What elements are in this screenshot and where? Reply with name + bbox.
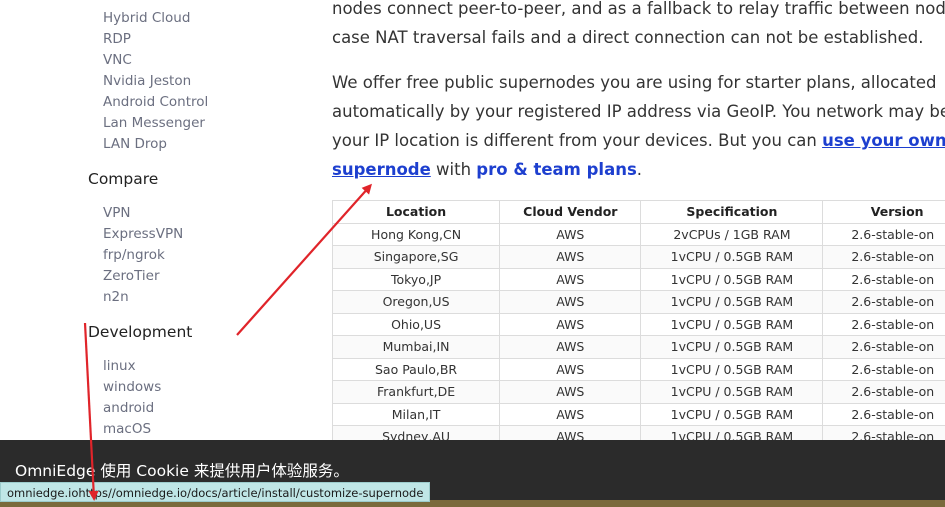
cell-location: Milan,IT (332, 402, 501, 426)
sidebar-link-macos[interactable]: macOS (103, 421, 151, 437)
cell-specification: 1vCPU / 0.5GB RAM (640, 245, 824, 269)
sidebar-heading-compare: Compare (88, 170, 159, 188)
cell-location: Singapore,SG (332, 245, 501, 269)
intro-paragraph: nodes connect peer-to-peer, and as a fal… (332, 0, 945, 52)
cell-version: 2.6-stable-on (822, 312, 945, 336)
sidebar-link-zerotier[interactable]: ZeroTier (103, 268, 160, 284)
cell-version: 2.6-stable-on (822, 267, 945, 291)
table-row: Mumbai,IN AWS 1vCPU / 0.5GB RAM 2.6-stable-… (332, 335, 945, 359)
cell-specification: 1vCPU / 0.5GB RAM (640, 267, 824, 291)
pro-team-plans-link[interactable]: pro & team plans (476, 160, 636, 179)
cell-version: 2.6-stable-on (822, 335, 945, 359)
cell-specification: 1vCPU / 0.5GB RAM (640, 290, 824, 314)
sidebar-link-windows[interactable]: windows (103, 379, 161, 395)
cell-location: Sao Paulo,BR (332, 357, 501, 381)
cell-location: Hong Kong,CN (332, 222, 501, 246)
cell-version: 2.6-stable-on (822, 357, 945, 381)
table-row: Sydney,AU AWS 1vCPU / 0.5GB RAM 2.6-stable-… (332, 425, 945, 440)
cell-cloud-vendor: AWS (499, 335, 642, 359)
intro-line-2: case NAT traversal fails and a direct co… (332, 28, 924, 47)
cell-specification: 2vCPUs / 1GB RAM (640, 222, 824, 246)
table-header-row: Location Cloud Vendor Specification Vers… (332, 200, 945, 224)
cell-version: 2.6-stable-on (822, 425, 945, 440)
sidebar-link-rdp[interactable]: RDP (103, 31, 131, 47)
table-row: Hong Kong,CN AWS 2vCPUs / 1GB RAM 2.6-stabl… (332, 222, 945, 246)
table-row: Sao Paulo,BR AWS 1vCPU / 0.5GB RAM 2.6-stab… (332, 357, 945, 381)
period-text: . (636, 160, 643, 179)
sidebar-heading-development: Development (88, 323, 193, 341)
cell-cloud-vendor: AWS (499, 245, 642, 269)
cell-cloud-vendor: AWS (499, 380, 642, 404)
cell-location: Tokyo,JP (332, 267, 501, 291)
cell-location: Frankfurt,DE (332, 380, 501, 404)
cell-version: 2.6-stable-on (822, 245, 945, 269)
sidebar-link-android-control[interactable]: Android Control (103, 94, 208, 110)
sidebar-link-expressvpn[interactable]: ExpressVPN (103, 226, 183, 242)
supernode-table: Location Cloud Vendor Specification Vers… (332, 200, 945, 440)
cell-location: Oregon,US (332, 290, 501, 314)
cell-cloud-vendor: AWS (499, 402, 642, 426)
cookie-banner-text: OmniEdge 使用 Cookie 来提供用户体验服务。 (15, 462, 349, 480)
table-row: Singapore,SG AWS 1vCPU / 0.5GB RAM 2.6-stab… (332, 245, 945, 269)
supernode-line-4: supernode with pro & team plans. (332, 155, 945, 184)
cell-location: Sydney,AU (332, 425, 501, 440)
sidebar-link-hybrid-cloud[interactable]: Hybrid Cloud (103, 10, 190, 26)
supernode-link[interactable]: supernode (332, 160, 431, 179)
supernode-table-wrapper: Location Cloud Vendor Specification Vers… (332, 200, 945, 440)
cell-cloud-vendor: AWS (499, 267, 642, 291)
table-row: Tokyo,JP AWS 1vCPU / 0.5GB RAM 2.6-stable-o… (332, 267, 945, 291)
supernode-line-1: We offer free public supernodes you are … (332, 73, 937, 92)
article-content: nodes connect peer-to-peer, and as a fal… (332, 0, 945, 440)
supernode-paragraph: We offer free public supernodes you are … (332, 68, 945, 184)
with-text: with (430, 160, 477, 179)
cell-specification: 1vCPU / 0.5GB RAM (640, 312, 824, 336)
table-row: Oregon,US AWS 1vCPU / 0.5GB RAM 2.6-stable-… (332, 290, 945, 314)
header-version: Version (822, 200, 945, 224)
table-row: Milan,IT AWS 1vCPU / 0.5GB RAM 2.6-stable-o… (332, 402, 945, 426)
cell-specification: 1vCPU / 0.5GB RAM (640, 425, 824, 440)
sidebar-link-linux[interactable]: linux (103, 358, 136, 374)
table-row: Ohio,US AWS 1vCPU / 0.5GB RAM 2.6-stable-on (332, 312, 945, 336)
cell-location: Mumbai,IN (332, 335, 501, 359)
cell-version: 2.6-stable-on (822, 222, 945, 246)
cell-cloud-vendor: AWS (499, 312, 642, 336)
status-bar-url: omniedge.iohttps//omniedge.io/docs/artic… (0, 482, 431, 502)
table-row: Frankfurt,DE AWS 1vCPU / 0.5GB RAM 2.6-stab… (332, 380, 945, 404)
header-location: Location (332, 200, 501, 224)
supernode-line-2: automatically by your registered IP addr… (332, 102, 945, 121)
sidebar-link-android[interactable]: android (103, 400, 154, 416)
header-cloud-vendor: Cloud Vendor (499, 200, 642, 224)
cell-specification: 1vCPU / 0.5GB RAM (640, 402, 824, 426)
sidebar-link-lan-drop[interactable]: LAN Drop (103, 136, 167, 152)
cell-specification: 1vCPU / 0.5GB RAM (640, 335, 824, 359)
sidebar-link-n2n[interactable]: n2n (103, 289, 129, 305)
sidebar-link-lan-messenger[interactable]: Lan Messenger (103, 115, 205, 131)
cell-location: Ohio,US (332, 312, 501, 336)
table-body: Hong Kong,CN AWS 2vCPUs / 1GB RAM 2.6-stabl… (332, 222, 945, 440)
sidebar-link-frp-ngrok[interactable]: frp/ngrok (103, 247, 165, 263)
supernode-line-3: your IP location is different from your … (332, 126, 945, 155)
docs-sidebar: Hybrid Cloud RDP VNC Nvidia Jeston Andro… (0, 0, 300, 440)
cell-cloud-vendor: AWS (499, 290, 642, 314)
cell-cloud-vendor: AWS (499, 357, 642, 381)
cell-version: 2.6-stable-on (822, 380, 945, 404)
use-your-own-link[interactable]: use your own (822, 131, 945, 150)
intro-line-1: nodes connect peer-to-peer, and as a fal… (332, 0, 945, 18)
sidebar-link-nvidia-jeston[interactable]: Nvidia Jeston (103, 73, 191, 89)
header-specification: Specification (640, 200, 824, 224)
cell-version: 2.6-stable-on (822, 402, 945, 426)
cell-specification: 1vCPU / 0.5GB RAM (640, 380, 824, 404)
cell-cloud-vendor: AWS (499, 222, 642, 246)
cell-version: 2.6-stable-on (822, 290, 945, 314)
sidebar-link-vnc[interactable]: VNC (103, 52, 132, 68)
cell-cloud-vendor: AWS (499, 425, 642, 440)
cell-specification: 1vCPU / 0.5GB RAM (640, 357, 824, 381)
supernode-line-3-text: your IP location is different from your … (332, 131, 823, 150)
sidebar-link-vpn[interactable]: VPN (103, 205, 130, 221)
